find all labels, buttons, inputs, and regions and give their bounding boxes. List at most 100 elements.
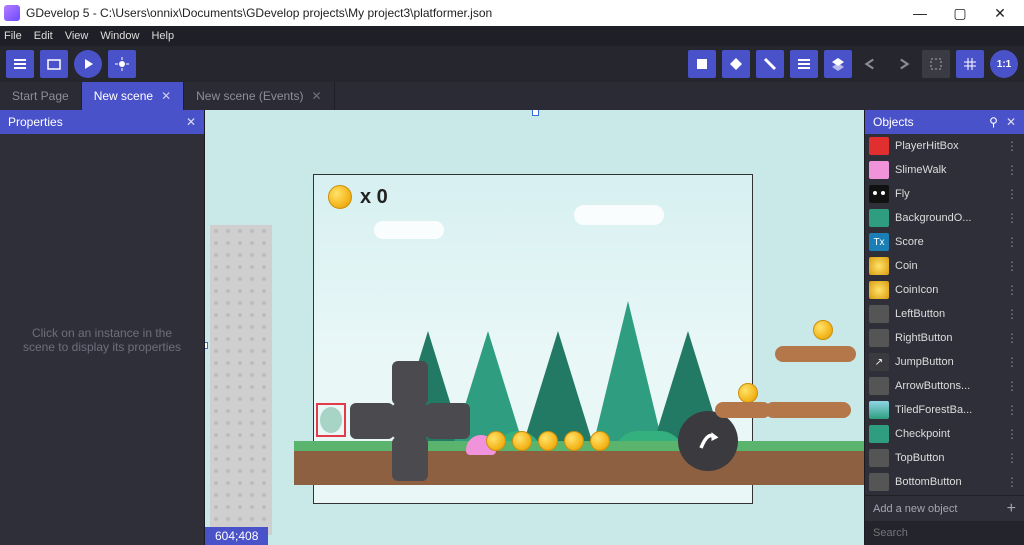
dpad-up[interactable] (392, 361, 428, 405)
object-row[interactable]: BackgroundO...⋮ (865, 206, 1024, 230)
tiled-block-instance[interactable] (210, 225, 272, 535)
coin-instance[interactable] (813, 320, 833, 340)
coin-instance[interactable] (590, 431, 610, 451)
object-thumb (869, 161, 889, 179)
kebab-icon[interactable]: ⋮ (1004, 283, 1020, 297)
kebab-icon[interactable]: ⋮ (1004, 403, 1020, 417)
debug-button[interactable] (108, 50, 136, 78)
object-thumb (869, 425, 889, 443)
instances-panel-button[interactable] (790, 50, 818, 78)
kebab-icon[interactable]: ⋮ (1004, 139, 1020, 153)
objects-panel-button[interactable] (688, 50, 716, 78)
kebab-icon[interactable]: ⋮ (1004, 163, 1020, 177)
kebab-icon[interactable]: ⋮ (1004, 235, 1020, 249)
coin-instance[interactable] (538, 431, 558, 451)
dpad-right[interactable] (426, 403, 470, 439)
coin-instance[interactable] (564, 431, 584, 451)
object-row[interactable]: Fly⋮ (865, 182, 1024, 206)
jump-button-instance[interactable] (678, 411, 738, 471)
object-row[interactable]: SlimeWalk ⋮ (865, 158, 1024, 182)
menu-view[interactable]: View (65, 30, 89, 42)
object-thumb (869, 185, 889, 203)
kebab-icon[interactable]: ⋮ (1004, 211, 1020, 225)
filter-icon[interactable]: ⚲ (989, 115, 998, 129)
object-row[interactable]: Checkpoint ⋮ (865, 422, 1024, 446)
menu-file[interactable]: File (4, 30, 22, 42)
kebab-icon[interactable]: ⋮ (1004, 355, 1020, 369)
object-label: SlimeWalk (895, 164, 998, 176)
panel-close-icon[interactable]: ✕ (186, 115, 196, 129)
selection-handle[interactable] (205, 342, 208, 349)
object-label: LeftButton (895, 308, 998, 320)
platform-instance[interactable] (715, 402, 771, 418)
tab-new-scene-events[interactable]: New scene (Events) ✕ (184, 82, 334, 110)
object-row[interactable]: TxScore⋮ (865, 230, 1024, 254)
properties-panel-button[interactable] (756, 50, 784, 78)
camera-frame[interactable]: x 0 (313, 174, 753, 504)
object-thumb (869, 401, 889, 419)
object-row[interactable]: ↗JumpButton⋮ (865, 350, 1024, 374)
selection-handle[interactable] (532, 110, 539, 116)
minimize-button[interactable]: — (900, 0, 940, 26)
tab-close-icon[interactable]: ✕ (161, 89, 171, 103)
object-row[interactable]: Coin⋮ (865, 254, 1024, 278)
coin-instance[interactable] (738, 383, 758, 403)
menu-help[interactable]: Help (151, 30, 174, 42)
object-row[interactable]: TopButton⋮ (865, 446, 1024, 470)
object-row[interactable]: RightButton⋮ (865, 326, 1024, 350)
kebab-icon[interactable]: ⋮ (1004, 475, 1020, 489)
kebab-icon[interactable]: ⋮ (1004, 451, 1020, 465)
preview-play-button[interactable] (74, 50, 102, 78)
scene-canvas[interactable]: x 0 (205, 110, 864, 545)
dpad-left[interactable] (350, 403, 394, 439)
redo-button[interactable] (890, 51, 916, 77)
dpad-buttons[interactable] (350, 361, 470, 481)
tab-start-page[interactable]: Start Page (0, 82, 82, 110)
object-row[interactable]: PlayerHitBox⋮ (865, 134, 1024, 158)
object-row[interactable]: ArrowButtons... ⋮ (865, 374, 1024, 398)
objects-list: PlayerHitBox⋮SlimeWalk⋮Fly⋮BackgroundO..… (865, 134, 1024, 495)
export-button[interactable] (40, 50, 68, 78)
tree-decor (594, 301, 662, 441)
properties-header: Properties ✕ (0, 110, 204, 134)
kebab-icon[interactable]: ⋮ (1004, 331, 1020, 345)
zoom-reset-button[interactable]: 1:1 (990, 50, 1018, 78)
toggle-grid-button[interactable] (956, 50, 984, 78)
project-manager-button[interactable] (6, 50, 34, 78)
layers-panel-button[interactable] (824, 50, 852, 78)
coin-instance[interactable] (486, 431, 506, 451)
kebab-icon[interactable]: ⋮ (1004, 259, 1020, 273)
groups-panel-button[interactable] (722, 50, 750, 78)
tab-close-icon[interactable]: ✕ (312, 89, 322, 103)
dpad-down[interactable] (392, 437, 428, 481)
object-label: ArrowButtons... (895, 380, 998, 392)
kebab-icon[interactable]: ⋮ (1004, 187, 1020, 201)
toggle-mask-button[interactable] (922, 50, 950, 78)
tab-new-scene[interactable]: New scene ✕ (82, 82, 184, 110)
add-object-row[interactable]: Add a new object + (865, 495, 1024, 521)
object-row[interactable]: LeftButton ⋮ (865, 302, 1024, 326)
object-row[interactable]: CoinIcon⋮ (865, 278, 1024, 302)
cursor-coordinates: 604;408 (205, 527, 268, 545)
kebab-icon[interactable]: ⋮ (1004, 379, 1020, 393)
platform-instance[interactable] (795, 402, 851, 418)
platform-instance[interactable] (800, 346, 856, 362)
coin-instance[interactable] (512, 431, 532, 451)
object-row[interactable]: TiledForestBa...⋮ (865, 398, 1024, 422)
close-button[interactable]: ✕ (980, 0, 1020, 26)
panel-close-icon[interactable]: ✕ (1006, 115, 1016, 129)
object-thumb (869, 257, 889, 275)
app-icon (4, 5, 20, 21)
kebab-icon[interactable]: ⋮ (1004, 427, 1020, 441)
object-row[interactable]: BottomButton⋮ (865, 470, 1024, 494)
plus-icon[interactable]: + (1007, 500, 1016, 518)
maximize-button[interactable]: ▢ (940, 0, 980, 26)
menu-bar: File Edit View Window Help (0, 26, 1024, 46)
kebab-icon[interactable]: ⋮ (1004, 307, 1020, 321)
player-instance[interactable] (316, 403, 346, 437)
undo-button[interactable] (858, 51, 884, 77)
menu-edit[interactable]: Edit (34, 30, 53, 42)
menu-window[interactable]: Window (100, 30, 139, 42)
object-label: Checkpoint (895, 428, 998, 440)
objects-search-input[interactable] (873, 527, 1016, 539)
